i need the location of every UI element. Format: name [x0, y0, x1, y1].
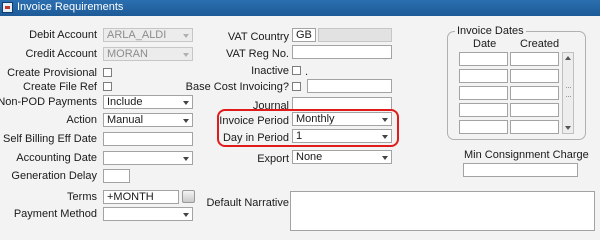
highlight-box — [217, 109, 399, 147]
chevron-down-icon — [183, 34, 189, 38]
invoice-dates-date-cell[interactable] — [459, 120, 508, 134]
terms-lookup-button[interactable] — [182, 190, 195, 203]
export-label: Export — [257, 153, 289, 165]
app-window-icon — [2, 2, 13, 13]
vat-reg-no-label: VAT Reg No. — [226, 48, 289, 60]
inactive-label: Inactive — [251, 65, 289, 77]
create-file-ref-label: Create File Ref — [23, 81, 97, 93]
self-billing-eff-date-input[interactable] — [103, 132, 193, 146]
invoice-dates-date-header: Date — [473, 38, 497, 50]
non-pod-payments-label: Non-POD Payments — [0, 96, 97, 108]
scroll-down-icon[interactable] — [565, 126, 571, 130]
invoice-dates-created-cell[interactable] — [510, 86, 559, 100]
non-pod-payments-select[interactable]: Include — [103, 95, 193, 109]
generation-delay-input[interactable] — [103, 169, 130, 183]
default-narrative-label: Default Narrative — [206, 197, 289, 209]
inactive-checkbox[interactable] — [292, 66, 301, 75]
base-cost-invoicing-input[interactable] — [307, 79, 392, 93]
min-consignment-charge-input[interactable] — [463, 163, 578, 177]
accounting-date-select[interactable] — [103, 151, 193, 165]
debit-account-label: Debit Account — [29, 29, 97, 41]
scroll-up-icon[interactable] — [565, 56, 571, 60]
min-consignment-charge-label: Min Consignment Charge — [464, 149, 589, 161]
invoice-dates-date-cell[interactable] — [459, 52, 508, 66]
terms-input[interactable]: +MONTH — [103, 190, 179, 204]
generation-delay-label: Generation Delay — [11, 170, 97, 182]
vat-country-input[interactable]: GB — [292, 28, 316, 42]
invoice-dates-date-cell[interactable] — [459, 103, 508, 117]
chevron-down-icon — [183, 213, 189, 217]
default-narrative-textarea[interactable] — [290, 191, 595, 231]
chevron-down-icon — [382, 156, 388, 160]
action-select[interactable]: Manual — [103, 113, 193, 127]
debit-account-select[interactable]: ARLA_ALDI — [103, 28, 193, 42]
invoice-dates-title: Invoice Dates — [455, 25, 526, 37]
window-title: Invoice Requirements — [17, 1, 124, 13]
invoice-dates-date-cell[interactable] — [459, 69, 508, 83]
self-billing-eff-date-label: Self Billing Eff Date — [3, 133, 97, 145]
invoice-dates-date-cell[interactable] — [459, 86, 508, 100]
chevron-down-icon — [183, 119, 189, 123]
invoice-dates-created-cell[interactable] — [510, 69, 559, 83]
accounting-date-label: Accounting Date — [16, 152, 97, 164]
scroll-grip-icon[interactable] — [566, 87, 571, 97]
chevron-down-icon — [183, 157, 189, 161]
vat-country-description — [318, 28, 392, 42]
window-title-bar: Invoice Requirements — [0, 0, 600, 16]
vat-country-label: VAT Country — [227, 31, 289, 43]
create-provisional-checkbox[interactable] — [103, 68, 112, 77]
create-file-ref-checkbox[interactable] — [103, 82, 112, 91]
action-label: Action — [66, 114, 97, 126]
invoice-dates-created-header: Created — [520, 38, 560, 50]
credit-account-label: Credit Account — [25, 48, 97, 60]
chevron-down-icon — [183, 53, 189, 57]
invoice-dates-scrollbar[interactable] — [562, 52, 574, 134]
chevron-down-icon — [183, 101, 189, 105]
base-cost-invoicing-label: Base Cost Invoicing? — [185, 81, 289, 93]
base-cost-invoicing-checkbox[interactable] — [292, 82, 301, 91]
invoice-dates-created-cell[interactable] — [510, 120, 559, 134]
credit-account-select[interactable]: MORAN — [103, 47, 193, 61]
invoice-dates-created-cell[interactable] — [510, 103, 559, 117]
payment-method-label: Payment Method — [13, 208, 97, 220]
vat-reg-no-input[interactable] — [292, 45, 392, 59]
invoice-dates-created-cell[interactable] — [510, 52, 559, 66]
inactive-suffix: . — [305, 66, 309, 78]
create-provisional-label: Create Provisional — [7, 67, 97, 79]
payment-method-select[interactable] — [103, 207, 193, 221]
terms-label: Terms — [67, 191, 97, 203]
export-select[interactable]: None — [292, 150, 392, 164]
